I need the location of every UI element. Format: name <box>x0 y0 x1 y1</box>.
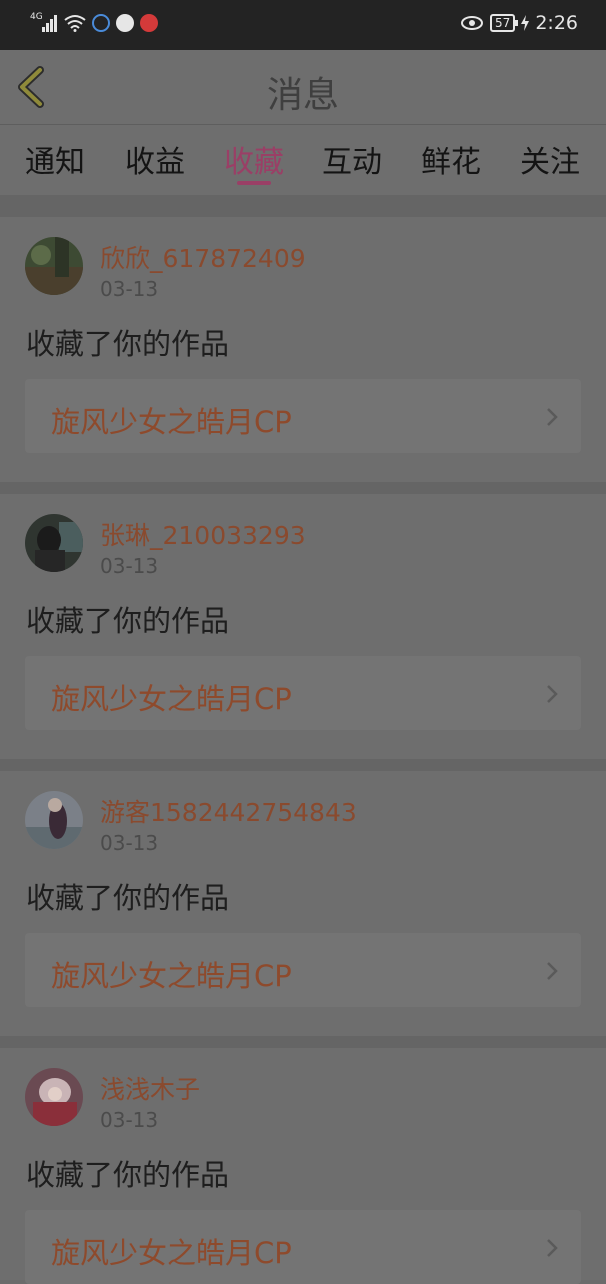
message-date: 03-13 <box>100 831 159 855</box>
divider <box>0 195 606 217</box>
work-title: 旋风少女之皓月CP <box>51 959 292 993</box>
action-text: 收藏了你的作品 <box>26 604 230 638</box>
chevron-right-icon <box>547 1239 558 1257</box>
work-title: 旋风少女之皓月CP <box>51 1236 292 1270</box>
status-bar: 4G 57 2:26 <box>0 0 606 50</box>
work-title: 旋风少女之皓月CP <box>51 405 292 439</box>
app-notification-icon-2 <box>116 14 134 32</box>
tab-notifications[interactable]: 通知 <box>15 137 95 181</box>
app-header: 消息 <box>0 50 606 125</box>
message-date: 03-13 <box>100 554 159 578</box>
chevron-right-icon <box>547 408 558 426</box>
network-type: 4G <box>30 12 43 22</box>
active-tab-indicator <box>237 181 271 185</box>
cellular-signal-icon: 4G <box>30 12 58 34</box>
battery-icon: 57 <box>490 14 519 32</box>
work-link[interactable]: 旋风少女之皓月CP <box>25 1210 581 1284</box>
wifi-icon <box>64 15 86 32</box>
work-link[interactable]: 旋风少女之皓月CP <box>25 379 581 453</box>
username[interactable]: 张琳_210033293 <box>100 516 306 552</box>
status-left: 4G <box>30 12 158 34</box>
tab-flowers[interactable]: 鲜花 <box>411 137 491 181</box>
divider <box>0 1036 606 1048</box>
tab-earnings[interactable]: 收益 <box>115 137 195 181</box>
message-card: 张琳_210033293 03-13 收藏了你的作品 旋风少女之皓月CP <box>0 494 606 759</box>
work-link[interactable]: 旋风少女之皓月CP <box>25 933 581 1007</box>
work-title: 旋风少女之皓月CP <box>51 682 292 716</box>
divider <box>0 482 606 494</box>
action-text: 收藏了你的作品 <box>26 1158 230 1192</box>
avatar[interactable] <box>25 791 83 849</box>
app-notification-icon-3 <box>140 14 158 32</box>
tab-interactions[interactable]: 互动 <box>312 137 392 181</box>
chevron-right-icon <box>547 685 558 703</box>
message-date: 03-13 <box>100 1108 159 1132</box>
username[interactable]: 浅浅木子 <box>100 1070 200 1106</box>
divider <box>0 759 606 771</box>
chevron-right-icon <box>547 962 558 980</box>
work-link[interactable]: 旋风少女之皓月CP <box>25 656 581 730</box>
app-notification-icon-1 <box>92 14 110 32</box>
username[interactable]: 欣欣_617872409 <box>100 239 306 275</box>
tab-bar: 通知 收益 收藏 互动 鲜花 关注 <box>0 125 606 195</box>
tab-favorites[interactable]: 收藏 <box>214 137 294 181</box>
clock: 2:26 <box>535 12 578 34</box>
avatar[interactable] <box>25 514 83 572</box>
username[interactable]: 游客1582442754843 <box>100 793 357 829</box>
page-title: 消息 <box>266 75 339 116</box>
tab-follows[interactable]: 关注 <box>510 137 590 181</box>
message-card: 欣欣_617872409 03-13 收藏了你的作品 旋风少女之皓月CP <box>0 217 606 482</box>
avatar[interactable] <box>25 237 83 295</box>
avatar[interactable] <box>25 1068 83 1126</box>
action-text: 收藏了你的作品 <box>26 881 230 915</box>
action-text: 收藏了你的作品 <box>26 327 230 361</box>
message-date: 03-13 <box>100 277 159 301</box>
message-card: 浅浅木子 03-13 收藏了你的作品 旋风少女之皓月CP <box>0 1048 606 1284</box>
eye-comfort-icon <box>461 16 484 30</box>
charging-icon <box>521 15 530 31</box>
message-card: 游客1582442754843 03-13 收藏了你的作品 旋风少女之皓月CP <box>0 771 606 1036</box>
status-right: 57 2:26 <box>460 12 578 34</box>
